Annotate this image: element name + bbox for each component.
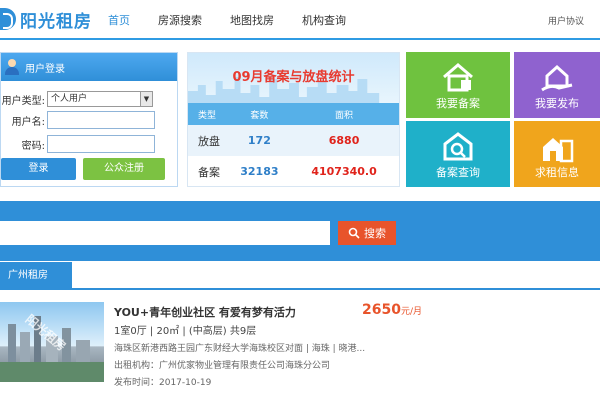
main-nav: 首页 房源搜索 地图找房 机构查询 bbox=[108, 12, 374, 28]
user-type-label: 用户类型: bbox=[1, 95, 45, 107]
tile-publish[interactable]: 我要发布 bbox=[514, 52, 600, 118]
list-item[interactable]: 阳光租房 YOU+青年创业社区 有爱有梦有活力 2650元/月 1室0厅 | 2… bbox=[0, 298, 600, 400]
tile-label: 我要发布 bbox=[535, 97, 579, 110]
stats-type: 备案 bbox=[198, 165, 220, 179]
tab-guangzhou-rental[interactable]: 广州租房 bbox=[0, 262, 72, 290]
header: 阳光租房 首页 房源搜索 地图找房 机构查询 用户协议 bbox=[0, 0, 600, 40]
tile-label: 备案查询 bbox=[436, 166, 480, 179]
login-header: 用户登录 bbox=[1, 53, 177, 81]
user-avatar-icon bbox=[5, 59, 19, 75]
tile-filing-query[interactable]: 备案查询 bbox=[406, 121, 510, 187]
dropdown-arrow-icon: ▼ bbox=[140, 92, 152, 106]
stats-table-header: 类型 套数 面积 bbox=[188, 103, 399, 125]
stats-col-type: 类型 bbox=[198, 110, 217, 121]
listing-price: 2650元/月 bbox=[362, 302, 422, 318]
search-button[interactable]: 搜索 bbox=[338, 221, 396, 245]
account-input[interactable] bbox=[47, 111, 155, 129]
search-input[interactable] bbox=[0, 221, 330, 245]
stats-type: 放盘 bbox=[198, 134, 220, 148]
tile-label: 我要备案 bbox=[436, 97, 480, 110]
stats-panel: 09月备案与放盘统计 类型 套数 面积 放盘 172 6880 备案 32183… bbox=[187, 52, 400, 187]
user-type-select[interactable]: 个人用户 ▼ bbox=[47, 91, 153, 107]
price-unit: 元/月 bbox=[400, 307, 423, 317]
section-bar: 广州租房 bbox=[0, 262, 600, 290]
listing-date: 发布时间：2017-10-19 bbox=[114, 378, 212, 388]
tile-label: 求租信息 bbox=[535, 166, 579, 179]
account-label: 用户名: bbox=[11, 116, 45, 128]
price-value: 2650 bbox=[362, 302, 401, 318]
search-band: 搜索 bbox=[0, 201, 600, 261]
house-search-icon bbox=[443, 132, 473, 161]
stats-col-count: 套数 bbox=[250, 110, 269, 121]
login-panel: 用户登录 用户类型: 个人用户 ▼ 用户名: 密码: 登录 公众注册 bbox=[0, 52, 178, 187]
user-type-value: 个人用户 bbox=[51, 94, 88, 104]
listing-photo[interactable]: 阳光租房 bbox=[0, 302, 104, 382]
password-label: 密码: bbox=[21, 140, 45, 152]
logo-text: 阳光租房 bbox=[20, 11, 92, 32]
password-row: 密码: bbox=[1, 135, 155, 153]
listing-address: 海珠区新港西路王园广东财经大学海珠校区对面 | 海珠 | 晓港... bbox=[114, 344, 366, 354]
login-button[interactable]: 登录 bbox=[1, 158, 76, 180]
user-type-row: 用户类型: 个人用户 ▼ bbox=[1, 91, 153, 107]
tile-rent-seeking[interactable]: 求租信息 bbox=[514, 121, 600, 187]
listing-title[interactable]: YOU+青年创业社区 有爱有梦有活力 bbox=[114, 304, 296, 320]
stats-area: 4107340.0 bbox=[311, 165, 377, 178]
stats-col-area: 面积 bbox=[335, 110, 354, 121]
stats-title: 09月备案与放盘统计 bbox=[232, 70, 355, 85]
search-icon bbox=[348, 227, 360, 239]
house-icon bbox=[443, 63, 473, 92]
listing-layout: 1室0厅 | 20㎡ | (中高层) 共9层 bbox=[114, 326, 257, 337]
password-input[interactable] bbox=[47, 135, 155, 153]
search-button-label: 搜索 bbox=[364, 227, 386, 240]
nav-map-search[interactable]: 地图找房 bbox=[230, 12, 274, 28]
login-title: 用户登录 bbox=[25, 63, 65, 75]
nav-home[interactable]: 首页 bbox=[108, 12, 130, 28]
stats-row: 放盘 172 6880 bbox=[188, 125, 399, 156]
stats-banner: 09月备案与放盘统计 bbox=[188, 53, 399, 103]
buildings-icon bbox=[543, 138, 574, 163]
stats-row: 备案 32183 4107340.0 bbox=[188, 156, 399, 186]
nav-property-search[interactable]: 房源搜索 bbox=[158, 12, 202, 28]
user-agreement-link[interactable]: 用户协议 bbox=[548, 14, 584, 27]
tile-register-filing[interactable]: 我要备案 bbox=[406, 52, 510, 118]
account-row: 用户名: bbox=[1, 111, 155, 129]
nav-agency-query[interactable]: 机构查询 bbox=[302, 12, 346, 28]
house-hand-icon bbox=[541, 64, 573, 92]
register-button[interactable]: 公众注册 bbox=[83, 158, 165, 180]
logo-icon bbox=[0, 8, 16, 30]
stats-area: 6880 bbox=[328, 134, 360, 147]
listing-agency: 出租机构：广州优家物业管理有限责任公司海珠分公司 bbox=[114, 361, 331, 371]
site-logo[interactable]: 阳光租房 bbox=[0, 6, 92, 32]
stats-count: 172 bbox=[247, 134, 271, 147]
stats-count: 32183 bbox=[240, 165, 279, 178]
